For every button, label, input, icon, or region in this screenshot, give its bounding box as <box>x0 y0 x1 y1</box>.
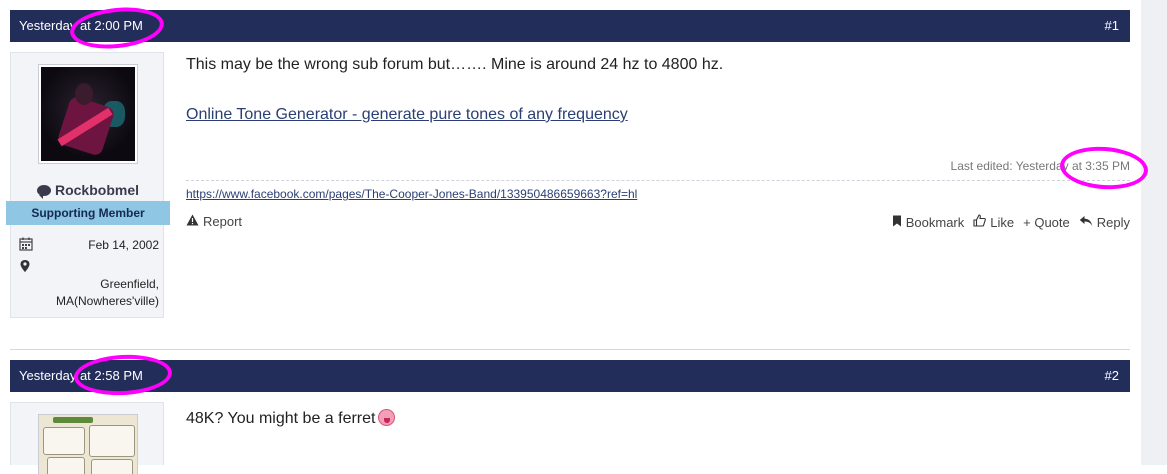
user-card: Rockbobmel Supporting Member Feb 14, 200… <box>6 52 170 318</box>
user-title-badge: Supporting Member <box>6 201 170 225</box>
username[interactable]: Rockbobmel <box>11 182 165 199</box>
post-number-link[interactable]: #2 <box>1105 360 1119 392</box>
annotation-circle <box>1058 143 1150 193</box>
chat-bubble-icon <box>36 185 51 199</box>
quote-button[interactable]: + Quote <box>1023 214 1070 230</box>
joined-row: Feb 14, 2002 <box>19 237 159 257</box>
post-text: This may be the wrong sub forum but……. M… <box>186 56 724 73</box>
avatar[interactable] <box>38 414 138 474</box>
tone-generator-link[interactable]: Online Tone Generator - generate pure to… <box>186 106 628 124</box>
post-text-2: 48K? You might be a ferret <box>186 406 396 428</box>
joined-date: Feb 14, 2002 <box>88 238 159 252</box>
report-button[interactable]: Report <box>186 214 242 229</box>
post-header: Yesterday at 2:00 PM #1 <box>10 10 1130 42</box>
location-text[interactable]: Greenfield, MA(Nowheres'ville) <box>39 276 159 310</box>
quote-label: + Quote <box>1023 214 1070 230</box>
map-marker-icon <box>19 259 31 276</box>
reply-button[interactable]: Reply <box>1079 214 1130 230</box>
reply-icon <box>1079 215 1093 230</box>
post-separator <box>10 349 1130 350</box>
signature-divider <box>186 180 1130 181</box>
avatar[interactable] <box>38 64 138 164</box>
warning-icon <box>186 214 199 229</box>
post-header: Yesterday at 2:58 PM #2 <box>10 360 1130 392</box>
reply-label: Reply <box>1096 214 1130 230</box>
post-text-2-content: 48K? You might be a ferret <box>186 410 376 427</box>
like-label: Like <box>990 214 1015 230</box>
location-row: Greenfield, MA(Nowheres'ville) <box>19 259 159 317</box>
calendar-icon <box>19 237 33 254</box>
post-actions-left: Report <box>186 214 242 229</box>
post-number-link[interactable]: #1 <box>1105 10 1119 42</box>
bookmark-label: Bookmark <box>905 214 965 230</box>
tongue-out-emoji-icon <box>378 409 396 426</box>
report-label: Report <box>203 214 243 229</box>
page-gutter <box>1141 0 1167 465</box>
bookmark-icon <box>892 215 902 230</box>
username-text[interactable]: Rockbobmel <box>55 182 139 198</box>
bookmark-button[interactable]: Bookmark <box>892 214 965 230</box>
user-card <box>10 402 164 474</box>
thumbs-up-icon <box>973 214 987 230</box>
like-button[interactable]: Like <box>973 214 1014 230</box>
avatar-image <box>41 67 135 161</box>
signature-link[interactable]: https://www.facebook.com/pages/The-Coope… <box>186 187 637 201</box>
post-actions-right: Bookmark Like + Quote Reply <box>892 214 1130 230</box>
